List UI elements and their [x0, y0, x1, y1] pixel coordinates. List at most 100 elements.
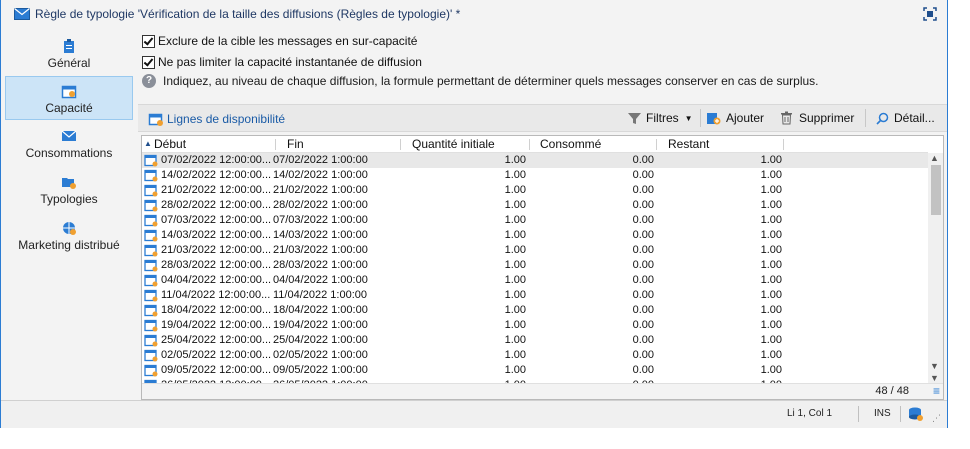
exclude-option[interactable]: Exclure de la cible les messages en sur-… — [142, 34, 417, 48]
table-row[interactable]: 21/02/2022 12:00:00... 21/02/2022 1:00:00… — [142, 183, 928, 198]
availability-lines-title: Lignes de disponibilité — [148, 111, 285, 127]
sidebar-item-distributed-marketing[interactable]: Marketing distribué — [5, 214, 133, 258]
sidebar-item-consumption[interactable]: Consommations — [5, 122, 133, 166]
table-row[interactable]: 09/05/2022 12:00:00... 09/05/2022 1:00:00… — [142, 363, 928, 378]
cell-start: 21/02/2022 12:00:00... — [161, 184, 272, 196]
exclude-checkbox[interactable] — [142, 34, 155, 48]
cell-consumed: 0.00 — [632, 244, 654, 256]
table-row[interactable]: 11/04/2022 12:00:00... 11/04/2022 1:00:00… — [142, 288, 928, 303]
table-row[interactable]: 14/03/2022 12:00:00... 14/03/2022 1:00:00… — [142, 228, 928, 243]
cell-consumed: 0.00 — [632, 229, 654, 241]
cell-initial-quantity: 1.00 — [504, 214, 526, 226]
delete-button[interactable]: Supprimer — [780, 111, 854, 125]
calendar-icon — [144, 259, 158, 272]
filters-label: Filtres — [646, 111, 679, 125]
calendar-icon — [144, 319, 158, 332]
cell-initial-quantity: 1.00 — [504, 169, 526, 181]
column-divider — [656, 139, 657, 150]
column-header-remaining[interactable]: Restant — [668, 137, 709, 151]
cell-end: 28/03/2022 1:00:00 — [273, 259, 368, 271]
maximize-icon[interactable] — [923, 7, 937, 21]
calendar-icon — [144, 274, 158, 287]
table-row[interactable]: 14/02/2022 12:00:00... 14/02/2022 1:00:00… — [142, 168, 928, 183]
toolbar-divider — [700, 109, 701, 127]
cell-initial-quantity: 1.00 — [504, 184, 526, 196]
calendar-icon — [144, 364, 158, 377]
calendar-icon — [144, 199, 158, 212]
sidebar-item-label: Marketing distribué — [18, 238, 120, 252]
cell-initial-quantity: 1.00 — [504, 289, 526, 301]
detail-label: Détail... — [894, 111, 935, 125]
cell-initial-quantity: 1.00 — [504, 334, 526, 346]
detail-button[interactable]: Détail... — [876, 111, 935, 125]
table-row[interactable]: 07/02/2022 12:00:00... 07/02/2022 1:00:00… — [142, 153, 928, 168]
cell-remaining: 1.00 — [760, 184, 782, 196]
column-header-consumed[interactable]: Consommé — [540, 137, 601, 151]
cell-consumed: 0.00 — [632, 304, 654, 316]
nolimit-option[interactable]: Ne pas limiter la capacité instantanée d… — [142, 55, 422, 69]
table-row[interactable]: 25/04/2022 12:00:00... 25/04/2022 1:00:00… — [142, 333, 928, 348]
cell-start: 18/04/2022 12:00:00... — [161, 304, 272, 316]
cell-initial-quantity: 1.00 — [504, 319, 526, 331]
cell-remaining: 1.00 — [760, 214, 782, 226]
status-divider — [858, 406, 859, 422]
table-row[interactable]: 02/05/2022 12:00:00... 02/05/2022 1:00:00… — [142, 348, 928, 363]
title-bar: Règle de typologie 'Vérification de la t… — [1, 0, 947, 29]
vertical-scrollbar[interactable]: ▲ ▼ ▼ — [928, 153, 943, 385]
scroll-up-icon[interactable]: ▲ — [930, 153, 939, 163]
cell-end: 25/04/2022 1:00:00 — [273, 334, 368, 346]
cell-end: 14/03/2022 1:00:00 — [273, 229, 368, 241]
table-row[interactable]: 18/04/2022 12:00:00... 18/04/2022 1:00:00… — [142, 303, 928, 318]
calendar-icon — [144, 229, 158, 242]
add-icon — [707, 113, 721, 125]
grid-rows: 07/02/2022 12:00:00... 07/02/2022 1:00:00… — [142, 153, 928, 385]
sidebar-item-general[interactable]: Général — [5, 32, 133, 76]
cell-start: 09/05/2022 12:00:00... — [161, 364, 272, 376]
cell-remaining: 1.00 — [760, 334, 782, 346]
scroll-down-icon[interactable]: ▼ — [930, 361, 939, 371]
cell-end: 04/04/2022 1:00:00 — [273, 274, 368, 286]
table-row[interactable]: 28/03/2022 12:00:00... 28/03/2022 1:00:00… — [142, 258, 928, 273]
availability-toolbar: Lignes de disponibilité Filtres ▼ Ajoute… — [138, 104, 947, 132]
table-row[interactable]: 04/04/2022 12:00:00... 04/04/2022 1:00:00… — [142, 273, 928, 288]
cell-remaining: 1.00 — [760, 244, 782, 256]
menu-icon[interactable]: ≡ — [933, 384, 940, 398]
calendar-icon — [144, 169, 158, 182]
sort-asc-icon: ▲ — [144, 139, 152, 148]
cell-end: 19/04/2022 1:00:00 — [273, 319, 368, 331]
cell-initial-quantity: 1.00 — [504, 304, 526, 316]
info-message: ? Indiquez, au niveau de chaque diffusio… — [142, 74, 819, 88]
column-header-start[interactable]: Début — [154, 137, 186, 151]
table-row[interactable]: 07/03/2022 12:00:00... 07/03/2022 1:00:00… — [142, 213, 928, 228]
column-header-initial-quantity[interactable]: Quantité initiale — [412, 137, 495, 151]
column-header-end[interactable]: Fin — [287, 137, 304, 151]
cell-initial-quantity: 1.00 — [504, 349, 526, 361]
cell-consumed: 0.00 — [632, 259, 654, 271]
resize-grip-icon[interactable]: ⋰ — [932, 413, 941, 424]
calendar-icon — [148, 113, 163, 126]
sidebar: Général Capacité Consommations Typologie… — [1, 28, 138, 400]
calendar-icon — [61, 85, 77, 99]
cell-start: 02/05/2022 12:00:00... — [161, 349, 272, 361]
cell-start: 14/03/2022 12:00:00... — [161, 229, 272, 241]
scroll-end-icon[interactable]: ▼ — [930, 373, 939, 383]
cell-end: 21/03/2022 1:00:00 — [273, 244, 368, 256]
cell-start: 07/03/2022 12:00:00... — [161, 214, 272, 226]
cell-start: 28/03/2022 12:00:00... — [161, 259, 272, 271]
table-row[interactable]: 28/02/2022 12:00:00... 28/02/2022 1:00:00… — [142, 198, 928, 213]
filters-button[interactable]: Filtres ▼ — [628, 111, 693, 125]
nolimit-checkbox[interactable] — [142, 55, 155, 69]
database-icon — [909, 407, 923, 421]
cell-remaining: 1.00 — [760, 289, 782, 301]
cell-start: 19/04/2022 12:00:00... — [161, 319, 272, 331]
trash-icon — [781, 111, 792, 125]
scroll-thumb[interactable] — [931, 165, 941, 215]
sidebar-item-typologies[interactable]: Typologies — [5, 168, 133, 212]
insert-mode: INS — [874, 408, 891, 419]
cell-remaining: 1.00 — [760, 259, 782, 271]
table-row[interactable]: 21/03/2022 12:00:00... 21/03/2022 1:00:00… — [142, 243, 928, 258]
add-button[interactable]: Ajouter — [707, 111, 764, 125]
column-divider — [275, 139, 276, 150]
sidebar-item-capacity[interactable]: Capacité — [5, 76, 133, 120]
table-row[interactable]: 19/04/2022 12:00:00... 19/04/2022 1:00:00… — [142, 318, 928, 333]
